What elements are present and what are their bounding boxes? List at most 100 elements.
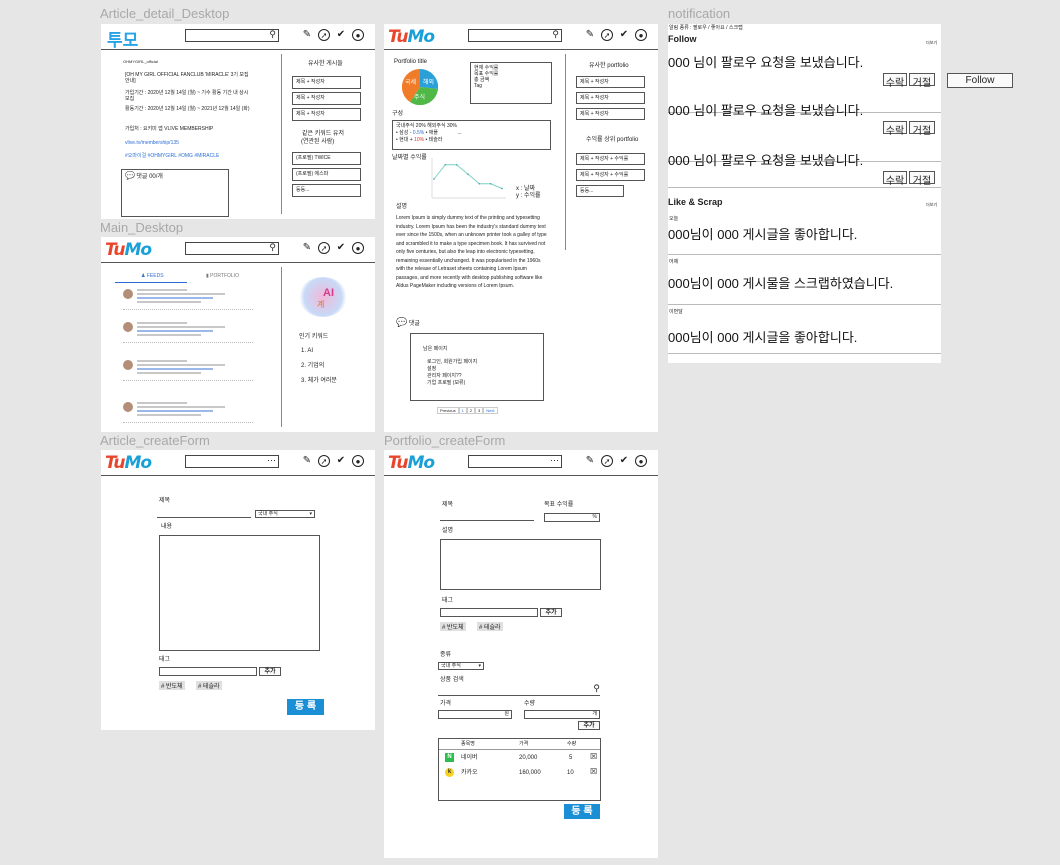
- user-icon[interactable]: ●: [352, 455, 364, 467]
- pencil-icon[interactable]: ✎: [584, 29, 596, 41]
- pencil-icon[interactable]: ✎: [584, 455, 596, 467]
- search-input[interactable]: ⋯: [468, 455, 562, 468]
- kind-select[interactable]: 국내 주식 ▾: [438, 662, 484, 670]
- tag-chip[interactable]: # 반도체: [159, 681, 185, 690]
- search-input[interactable]: ⚲: [468, 29, 562, 42]
- target-input[interactable]: %: [544, 513, 600, 522]
- comment-box[interactable]: 💬 댓글 00/개: [121, 169, 229, 217]
- desc-textarea[interactable]: [440, 539, 601, 590]
- content-textarea[interactable]: [159, 535, 320, 651]
- pager-next[interactable]: Next: [483, 407, 498, 414]
- tag-input[interactable]: [440, 608, 538, 617]
- user-icon[interactable]: ●: [352, 29, 364, 41]
- compass-icon[interactable]: ➚: [318, 29, 330, 41]
- add-product-button[interactable]: 추가: [578, 721, 600, 730]
- logo[interactable]: TuMo: [105, 240, 152, 260]
- submit-button[interactable]: 등 록: [564, 804, 600, 819]
- compass-icon[interactable]: ➚: [318, 455, 330, 467]
- frame-label-notification: notification: [668, 6, 731, 21]
- accept-button[interactable]: 수락: [883, 121, 907, 137]
- check-icon[interactable]: ✔: [618, 455, 630, 467]
- article-link[interactable]: vlive.tv/membership/135: [125, 139, 179, 147]
- top-item[interactable]: 제목 + 작성자 + 수익률: [576, 169, 645, 181]
- user-item[interactable]: (프로필) 에스파: [292, 168, 361, 181]
- reject-button[interactable]: 거절: [909, 121, 935, 137]
- keyword-item[interactable]: 1. AI: [301, 347, 313, 355]
- check-icon[interactable]: ✔: [335, 455, 347, 467]
- pencil-icon[interactable]: ✎: [301, 29, 313, 41]
- compass-icon[interactable]: ➚: [318, 242, 330, 254]
- search-input[interactable]: ⚲: [185, 242, 279, 255]
- similar-item[interactable]: 제목 + 작성자: [292, 92, 361, 105]
- y-label: y : 수익률: [516, 193, 541, 199]
- reject-button[interactable]: 거절: [909, 73, 935, 89]
- feed-post[interactable]: [123, 402, 263, 432]
- comment-row[interactable]: 💬 댓글: [396, 318, 420, 328]
- accept-button[interactable]: 수락: [883, 73, 907, 89]
- pager-page[interactable]: 2: [466, 407, 476, 414]
- compass-icon[interactable]: ➚: [601, 29, 613, 41]
- product-search[interactable]: ⚲: [438, 684, 600, 696]
- check-icon[interactable]: ✔: [335, 242, 347, 254]
- tag-chip[interactable]: # 테슬라: [477, 622, 503, 631]
- top-item[interactable]: 등등...: [576, 185, 624, 197]
- add-tag-button[interactable]: 추가: [259, 667, 281, 676]
- more-link[interactable]: 더보기: [926, 201, 937, 209]
- similar-item[interactable]: 제목 + 작성자: [576, 108, 645, 120]
- reject-button[interactable]: 거절: [909, 171, 935, 187]
- similar-item[interactable]: 제목 + 작성자: [292, 108, 361, 121]
- pencil-icon[interactable]: ✎: [301, 455, 313, 467]
- delete-icon[interactable]: ☒: [590, 768, 597, 776]
- accept-button[interactable]: 수락: [883, 171, 907, 187]
- tag-chip[interactable]: # 테슬라: [196, 681, 222, 690]
- hashtags[interactable]: #오마이걸 #OHMYGIRL #OMG #MIRACLE: [125, 152, 219, 160]
- feed-actions[interactable]: [123, 309, 253, 311]
- more-link[interactable]: 더보기: [926, 39, 937, 47]
- feed-actions[interactable]: [123, 380, 253, 382]
- user-icon[interactable]: ●: [635, 29, 647, 41]
- tag-chip[interactable]: # 반도체: [440, 622, 466, 631]
- follow-button[interactable]: Follow: [947, 73, 1013, 88]
- user-icon[interactable]: ●: [635, 455, 647, 467]
- feed-post[interactable]: [123, 322, 263, 352]
- top-item[interactable]: 제목 + 작성자 + 수익률: [576, 153, 645, 165]
- qty-input[interactable]: 개: [524, 710, 600, 719]
- search-input[interactable]: ⋯: [185, 455, 279, 468]
- feed-post[interactable]: [123, 289, 263, 319]
- logo[interactable]: TuMo: [105, 453, 152, 473]
- keyword-item[interactable]: 3. 체가 여러분: [301, 377, 337, 385]
- check-icon[interactable]: ✔: [335, 29, 347, 41]
- feed-post[interactable]: [123, 360, 263, 390]
- similar-item[interactable]: 제목 + 작성자: [576, 76, 645, 88]
- tag-label: 태그: [442, 598, 454, 604]
- pager-prev[interactable]: Previous: [437, 407, 459, 414]
- category-select[interactable]: 국내 주식 ▾: [255, 510, 315, 518]
- feed-actions[interactable]: [123, 422, 253, 424]
- pencil-icon[interactable]: ✎: [301, 242, 313, 254]
- title-input[interactable]: [440, 513, 534, 521]
- tab-portfolio[interactable]: ▮ PORTFOLIO: [206, 272, 239, 280]
- title-input[interactable]: [157, 510, 251, 518]
- logo[interactable]: 투모: [107, 26, 138, 51]
- feed-actions[interactable]: [123, 342, 253, 344]
- compass-icon[interactable]: ➚: [601, 455, 613, 467]
- comment-icon: 💬: [125, 171, 135, 180]
- user-item[interactable]: 등등...: [292, 184, 361, 197]
- keyword-item[interactable]: 2. 기업의: [301, 362, 324, 370]
- pager-page[interactable]: 1: [458, 407, 467, 414]
- check-icon[interactable]: ✔: [618, 29, 630, 41]
- submit-button[interactable]: 등 록: [287, 699, 324, 715]
- user-icon[interactable]: ●: [352, 242, 364, 254]
- logo[interactable]: TuMo: [388, 453, 435, 473]
- similar-item[interactable]: 제목 + 작성자: [292, 76, 361, 89]
- add-tag-button[interactable]: 추가: [540, 608, 562, 617]
- pager-page[interactable]: 3: [475, 407, 484, 414]
- user-item[interactable]: (프로필) TWICE: [292, 152, 361, 165]
- delete-icon[interactable]: ☒: [590, 753, 597, 761]
- logo[interactable]: TuMo: [388, 27, 435, 47]
- search-input[interactable]: ⚲: [185, 29, 279, 42]
- tab-feeds[interactable]: ♟ FEEDS: [141, 272, 164, 280]
- similar-item[interactable]: 제목 + 작성자: [576, 92, 645, 104]
- tag-input[interactable]: [159, 667, 257, 676]
- price-input[interactable]: 원: [438, 710, 512, 719]
